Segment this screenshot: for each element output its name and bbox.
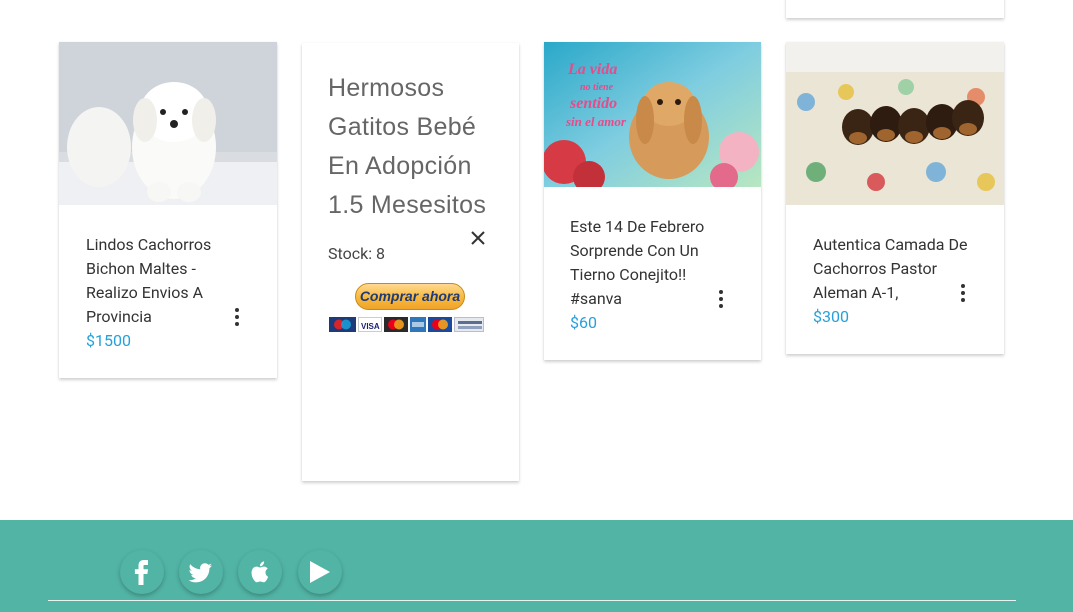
facebook-icon[interactable]: [120, 550, 164, 594]
product-title[interactable]: Lindos Cachorros Bichon Maltes - Realizo…: [86, 233, 226, 329]
payment-logos: VISA: [329, 317, 487, 333]
product-card[interactable]: Autentica Camada De Cachorros Pastor Ale…: [786, 42, 1004, 354]
image-text-line: sentido: [569, 95, 617, 112]
footer: [0, 520, 1073, 612]
visa-logo: VISA: [358, 317, 382, 332]
product-price: $60: [570, 313, 597, 332]
product-card[interactable]: Lindos Cachorros Bichon Maltes - Realizo…: [59, 42, 277, 378]
close-icon[interactable]: [469, 229, 487, 247]
product-image[interactable]: La vida no tiene sentido sin el amor: [544, 42, 761, 187]
footer-divider: [48, 600, 1016, 601]
amex-logo: [410, 317, 426, 332]
product-price: $1500: [86, 331, 131, 350]
more-options-icon[interactable]: [956, 281, 970, 305]
svg-text:VISA: VISA: [361, 322, 380, 331]
product-card-partial[interactable]: [786, 0, 1004, 18]
product-image[interactable]: [59, 42, 277, 205]
mastercard-alt-logo: [428, 317, 452, 332]
product-stock: Stock: 8: [328, 244, 386, 263]
product-image[interactable]: [786, 42, 1004, 205]
image-text-line: La vida: [567, 61, 617, 78]
more-options-icon[interactable]: [230, 305, 244, 329]
apple-icon[interactable]: [238, 550, 282, 594]
image-text-line: no tiene: [580, 82, 614, 93]
mastercard-logo: [384, 317, 408, 332]
product-card[interactable]: La vida no tiene sentido sin el amor Est…: [544, 42, 761, 360]
product-title[interactable]: Este 14 De Febrero Sorprende Con Un Tier…: [570, 215, 715, 311]
product-price: $300: [813, 307, 849, 326]
image-text-line: sin el amor: [565, 114, 627, 129]
buy-now-button[interactable]: Comprar ahora: [355, 283, 465, 310]
product-title: Hermosos Gatitos Bebé En Adopción 1.5 Me…: [328, 74, 487, 219]
product-card-revealed[interactable]: Hermosos Gatitos Bebé En Adopción 1.5 Me…: [302, 43, 519, 481]
play-icon[interactable]: [298, 550, 342, 594]
maestro-logo: [329, 317, 356, 332]
bank-account-logo: [454, 317, 484, 332]
more-options-icon[interactable]: [714, 287, 728, 311]
twitter-icon[interactable]: [179, 550, 223, 594]
